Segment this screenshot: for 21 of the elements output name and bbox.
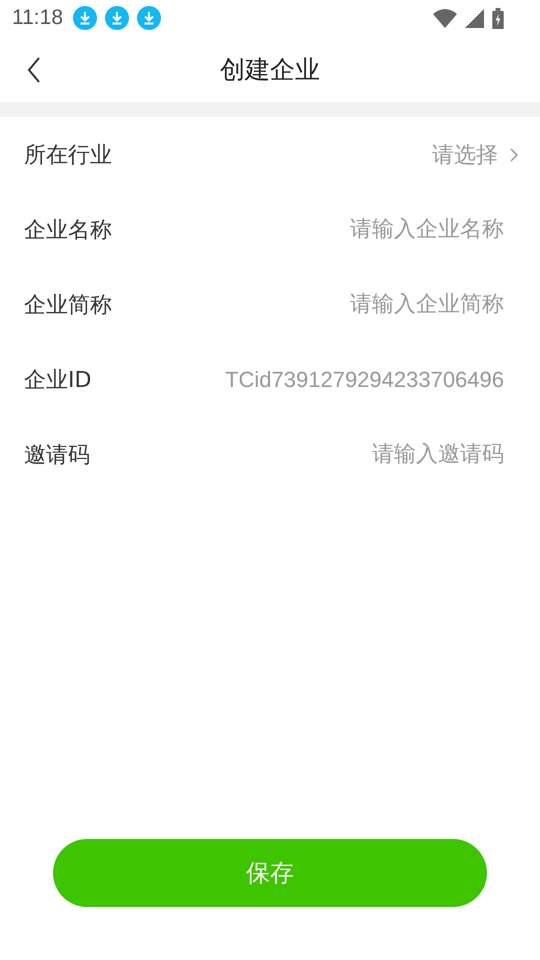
field-label: 企业ID (24, 366, 92, 394)
back-button[interactable] (26, 56, 42, 84)
input-field[interactable]: 请输入邀请码 (204, 442, 504, 467)
field-label: 所在行业 (24, 142, 112, 170)
download-icon (105, 6, 129, 30)
save-button[interactable]: 保存 (53, 839, 487, 907)
field-label: 企业名称 (24, 216, 112, 244)
battery-icon (492, 8, 504, 28)
signal-icon (465, 8, 484, 28)
input-field[interactable]: 请输入企业简称 (204, 292, 504, 317)
download-icon (73, 6, 97, 30)
download-icon (137, 6, 161, 30)
page-title: 创建企业 (220, 54, 320, 86)
wifi-icon (433, 8, 457, 28)
industry-select[interactable]: 请选择 (432, 140, 518, 170)
chevron-icon (510, 148, 518, 162)
field-label: 邀请码 (24, 442, 90, 470)
field-value: TCid7391279294233706496 (225, 366, 504, 392)
field-label: 企业简称 (24, 292, 112, 320)
input-field[interactable]: 请输入企业名称 (204, 217, 504, 242)
status-time: 11:18 (12, 6, 63, 30)
